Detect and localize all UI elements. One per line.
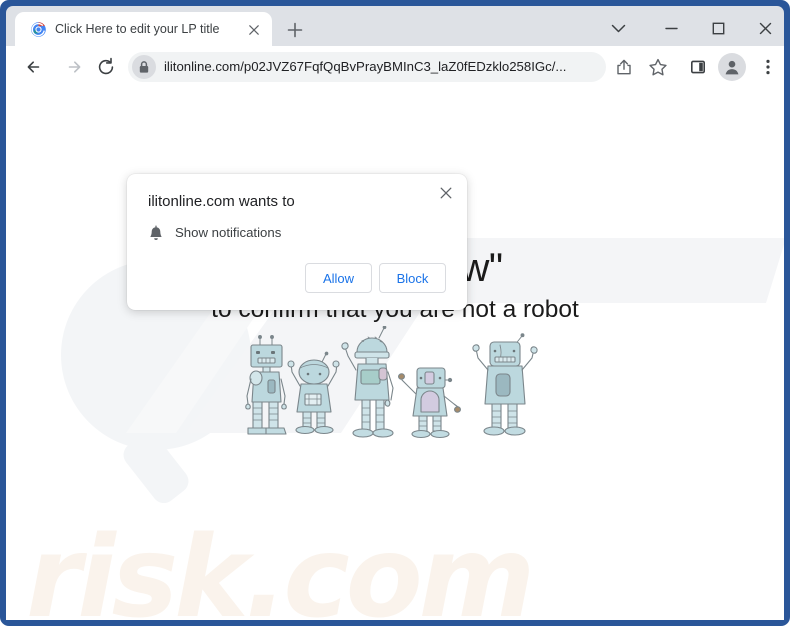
tab-search-button[interactable] — [596, 12, 641, 44]
share-icon[interactable] — [610, 53, 638, 81]
reload-button[interactable] — [92, 53, 120, 81]
minimize-button[interactable] — [649, 12, 694, 44]
dialog-close-icon[interactable] — [433, 180, 459, 206]
new-tab-button[interactable] — [283, 18, 307, 42]
block-button[interactable]: Block — [379, 263, 446, 293]
page-viewport: risk.com Click "Allow" to confirm that y… — [6, 88, 784, 620]
tab-close-icon[interactable] — [245, 21, 263, 39]
side-panel-icon[interactable] — [684, 53, 712, 81]
tab-strip: Click Here to edit your LP title — [6, 6, 784, 46]
robots-illustration — [245, 326, 538, 439]
lock-icon[interactable] — [132, 55, 156, 79]
close-window-button[interactable] — [743, 12, 788, 44]
notification-permission-dialog: ilitonline.com wants to Show notificatio… — [127, 174, 467, 310]
watermark-text: risk.com — [26, 513, 535, 620]
allow-button[interactable]: Allow — [305, 263, 372, 293]
address-bar-url: ilitonline.com/p02JVZ67FqfQqBvPrayBMInC3… — [164, 59, 567, 74]
back-button[interactable] — [20, 53, 48, 81]
dialog-permission-label: Show notifications — [175, 225, 282, 240]
bell-icon — [146, 224, 166, 244]
chrome-circular-arrow-favicon — [30, 21, 47, 38]
tab-active[interactable]: Click Here to edit your LP title — [15, 12, 272, 46]
address-bar[interactable]: ilitonline.com/p02JVZ67FqfQqBvPrayBMInC3… — [128, 52, 606, 82]
maximize-button[interactable] — [696, 12, 741, 44]
dialog-title: ilitonline.com wants to — [148, 193, 295, 210]
browser-toolbar: ilitonline.com/p02JVZ67FqfQqBvPrayBMInC3… — [6, 46, 784, 88]
person-avatar-icon[interactable] — [718, 53, 746, 81]
tab-title: Click Here to edit your LP title — [55, 22, 220, 36]
three-dot-menu-icon[interactable] — [754, 53, 782, 81]
browser-window: Click Here to edit your LP title ilitonl… — [0, 0, 790, 626]
star-icon[interactable] — [644, 53, 672, 81]
forward-button[interactable] — [60, 53, 88, 81]
